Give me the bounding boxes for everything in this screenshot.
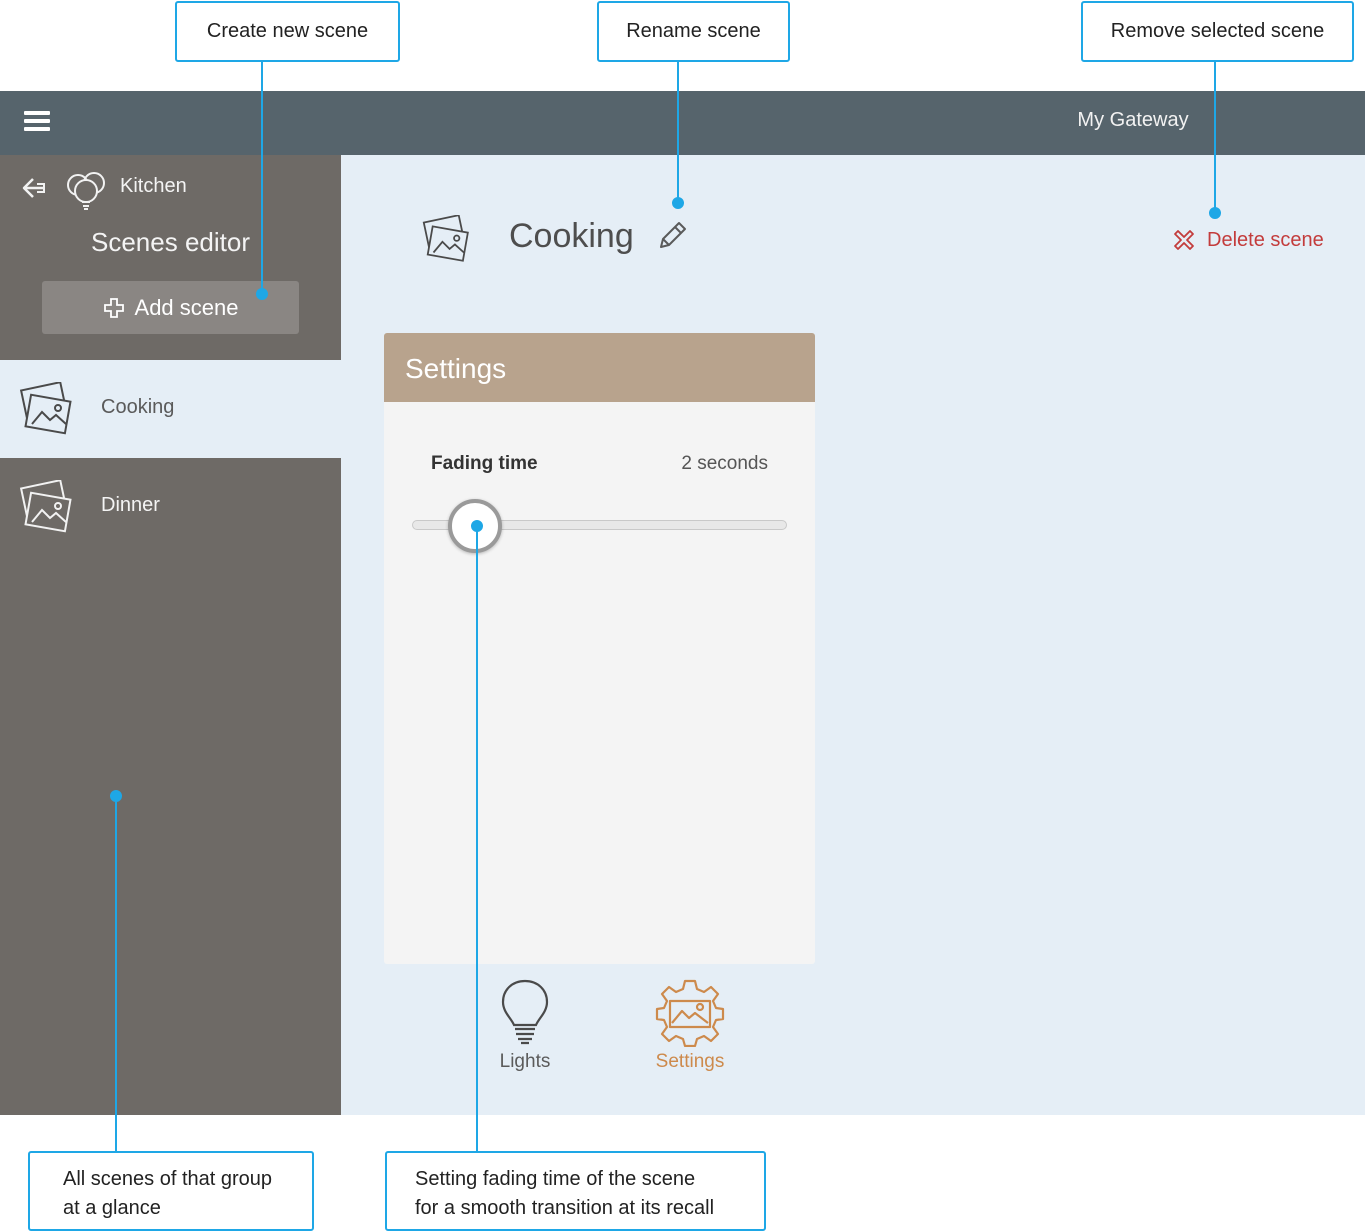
plus-icon bbox=[103, 297, 124, 318]
gear-landscape-icon bbox=[655, 979, 725, 1047]
sidebar-item-label: Cooking bbox=[101, 396, 175, 418]
callout-text: Remove selected scene bbox=[1110, 20, 1325, 42]
tab-lights-label: Lights bbox=[499, 1051, 551, 1072]
scene-detail-panel: Cooking Delete scene Settings Fading tim… bbox=[341, 155, 1365, 1115]
back-arrow-icon[interactable] bbox=[16, 171, 50, 205]
callout-text: Create new scene bbox=[206, 20, 369, 42]
scenes-sidebar: Kitchen Scenes editor Add scene Cooking bbox=[0, 155, 341, 1115]
menu-icon[interactable] bbox=[24, 111, 50, 133]
tab-settings[interactable]: Settings bbox=[630, 977, 750, 1073]
scene-photos-icon bbox=[19, 480, 72, 533]
callout-fading-time: Setting fading time of the scene for a s… bbox=[385, 1151, 766, 1231]
sidebar-item-dinner[interactable]: Dinner bbox=[0, 458, 341, 556]
sidebar-item-cooking[interactable]: Cooking bbox=[0, 360, 341, 458]
tab-lights[interactable]: Lights bbox=[465, 977, 585, 1073]
group-name: Kitchen bbox=[120, 175, 187, 197]
settings-card-header: Settings bbox=[384, 333, 815, 402]
app-window: My Gateway Kitchen Scenes editor Add sce… bbox=[0, 91, 1365, 1115]
callout-text-line: at a glance bbox=[63, 1197, 161, 1219]
scene-title: Cooking bbox=[509, 217, 634, 255]
top-bar: My Gateway bbox=[0, 91, 1365, 155]
delete-scene-button[interactable]: Delete scene bbox=[1171, 227, 1324, 253]
sidebar-item-label: Dinner bbox=[101, 494, 160, 516]
add-scene-label: Add scene bbox=[134, 294, 239, 320]
gateway-name[interactable]: My Gateway bbox=[1050, 109, 1216, 132]
tab-settings-label: Settings bbox=[655, 1051, 725, 1072]
callout-remove-scene: Remove selected scene bbox=[1081, 1, 1354, 62]
callout-create-scene: Create new scene bbox=[175, 1, 400, 62]
callout-text-line: All scenes of that group bbox=[63, 1168, 273, 1190]
delete-scene-label: Delete scene bbox=[1207, 228, 1324, 251]
bulbs-group-icon bbox=[67, 172, 105, 210]
callout-all-scenes: All scenes of that group at a glance bbox=[28, 1151, 314, 1231]
settings-card: Settings Fading time 2 seconds bbox=[384, 333, 815, 964]
fading-time-label: Fading time bbox=[431, 453, 538, 474]
callout-text-line: Setting fading time of the scene bbox=[415, 1168, 696, 1190]
close-icon bbox=[1174, 230, 1194, 250]
scenes-editor-title: Scenes editor bbox=[91, 227, 250, 257]
bulb-icon bbox=[501, 979, 549, 1045]
callout-rename-scene: Rename scene bbox=[597, 1, 790, 62]
scene-photos-icon bbox=[19, 382, 72, 435]
fading-time-value: 2 seconds bbox=[681, 453, 768, 474]
sidebar-header: Kitchen Scenes editor Add scene bbox=[0, 155, 341, 360]
callout-text-line: for a smooth transition at its recall bbox=[415, 1197, 715, 1219]
add-scene-button[interactable]: Add scene bbox=[42, 281, 299, 334]
callout-text: Rename scene bbox=[626, 20, 761, 42]
fading-time-slider-handle[interactable] bbox=[448, 499, 502, 553]
pencil-icon[interactable] bbox=[655, 219, 689, 253]
scene-photos-icon bbox=[422, 215, 469, 262]
